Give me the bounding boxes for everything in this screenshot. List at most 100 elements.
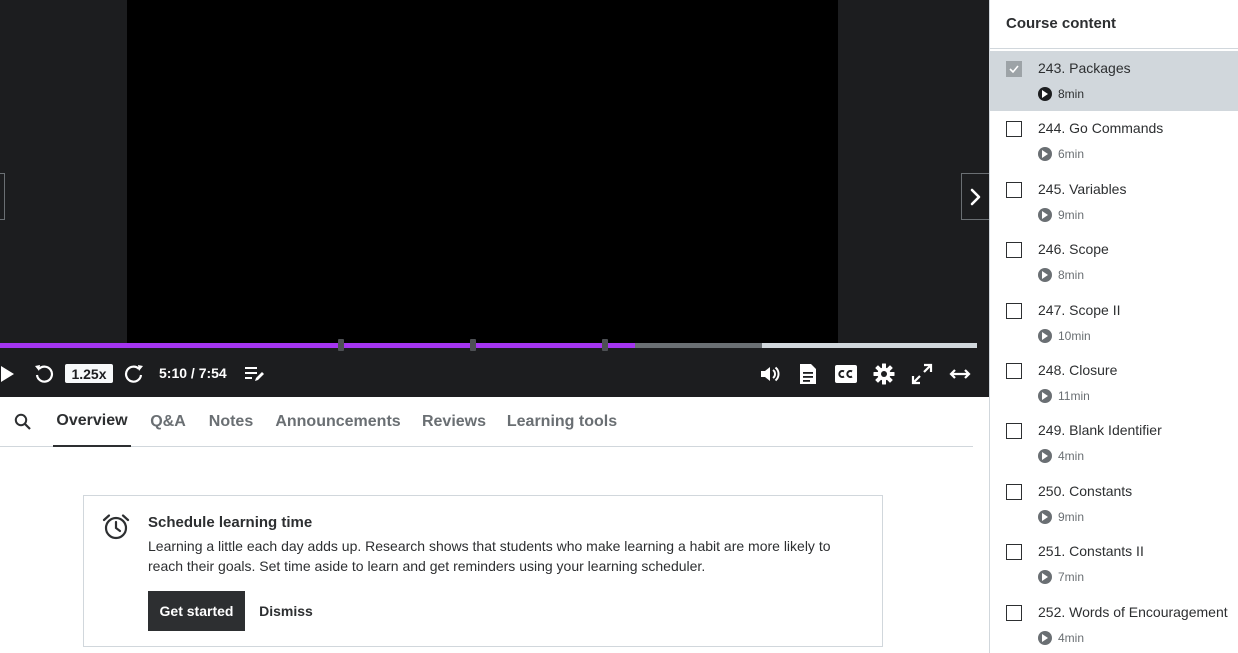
forward-button[interactable] <box>122 362 146 386</box>
lecture-checkbox[interactable] <box>1006 483 1022 500</box>
lecture-title: 246. Scope <box>1038 241 1109 258</box>
tab-reviews[interactable]: Reviews <box>419 397 489 447</box>
chevron-right-icon <box>970 188 980 205</box>
lecture-item[interactable]: 243. Packages 8min <box>990 51 1238 112</box>
lecture-item[interactable]: 251. Constants II 7min <box>990 534 1238 594</box>
lecture-title: 248. Closure <box>1038 361 1118 378</box>
lecture-duration: 4min <box>1058 630 1085 645</box>
progress-played <box>0 343 636 348</box>
captions-button[interactable] <box>834 362 858 386</box>
lecture-checkbox[interactable] <box>1006 604 1022 621</box>
play-circle-icon <box>1038 630 1052 645</box>
lecture-duration: 11min <box>1058 388 1090 403</box>
transcript-button[interactable] <box>796 362 820 386</box>
schedule-learning-card: Schedule learning time Learning a little… <box>83 495 883 647</box>
add-note-button[interactable] <box>243 362 267 386</box>
fullscreen-icon <box>911 363 933 385</box>
lecture-duration: 9min <box>1058 509 1085 524</box>
previous-lecture-button[interactable] <box>0 173 5 220</box>
lecture-title: 249. Blank Identifier <box>1038 422 1162 439</box>
settings-button[interactable] <box>872 362 896 386</box>
lecture-meta: 6min <box>1038 147 1084 162</box>
expand-view-button[interactable] <box>947 362 973 386</box>
schedule-title: Schedule learning time <box>148 514 313 531</box>
get-started-button[interactable]: Get started <box>148 591 245 631</box>
lecture-item[interactable]: 252. Words of Encouragement 4min <box>990 595 1238 653</box>
lecture-title: 247. Scope II <box>1038 301 1121 318</box>
tab-notes[interactable]: Notes <box>205 397 257 447</box>
lecture-title: 243. Packages <box>1038 60 1131 76</box>
lecture-duration: 4min <box>1058 449 1085 464</box>
play-circle-icon <box>1038 268 1052 283</box>
play-button[interactable] <box>0 363 16 385</box>
lecture-list: 243. Packages 8min 244. Go Commands 6min 245… <box>990 51 1238 653</box>
lecture-duration: 8min <box>1058 87 1085 101</box>
lecture-item[interactable]: 248. Closure 11min <box>990 353 1238 413</box>
lecture-meta: 9min <box>1038 509 1085 524</box>
lecture-checkbox[interactable] <box>1006 181 1022 198</box>
alarm-clock-icon <box>102 514 130 540</box>
tab-announcements[interactable]: Announcements <box>273 397 403 447</box>
lecture-item[interactable]: 246. Scope 8min <box>990 232 1238 292</box>
rewind-button[interactable] <box>32 362 56 386</box>
lecture-item[interactable]: 244. Go Commands 6min <box>990 111 1238 171</box>
lecture-checkbox[interactable] <box>1006 121 1022 138</box>
closed-captions-icon <box>835 365 857 383</box>
lecture-title: 252. Words of Encouragement <box>1038 603 1228 620</box>
player-controls: 1.25x 5:10 / 7:54 <box>0 350 989 397</box>
play-circle-icon <box>1038 87 1052 101</box>
tab-overview[interactable]: Overview <box>53 397 131 447</box>
tab-learning-tools[interactable]: Learning tools <box>505 397 619 447</box>
progress-bar[interactable] <box>0 339 977 351</box>
lecture-duration: 10min <box>1058 328 1091 343</box>
checkmark-icon <box>1009 65 1019 74</box>
dismiss-button[interactable]: Dismiss <box>254 591 318 631</box>
fullscreen-button[interactable] <box>910 362 934 386</box>
play-circle-icon <box>1038 207 1052 222</box>
lecture-checkbox[interactable] <box>1006 362 1022 379</box>
lecture-duration: 8min <box>1058 268 1085 283</box>
volume-button[interactable] <box>758 362 782 386</box>
lecture-meta: 10min <box>1038 328 1091 343</box>
lecture-item[interactable]: 249. Blank Identifier 4min <box>990 413 1238 473</box>
lecture-checkbox[interactable] <box>1006 423 1022 440</box>
play-circle-icon <box>1038 449 1052 464</box>
lecture-meta: 4min <box>1038 630 1085 645</box>
lecture-checkbox[interactable] <box>1006 302 1022 319</box>
lecture-meta: 8min <box>1038 268 1085 283</box>
play-circle-icon <box>1038 147 1052 162</box>
edit-note-icon <box>245 367 264 381</box>
search-button[interactable] <box>12 411 34 433</box>
rewind-icon <box>35 365 54 383</box>
lecture-duration: 9min <box>1058 207 1085 222</box>
lecture-title: 250. Constants <box>1038 482 1133 499</box>
tab-qa[interactable]: Q&A <box>145 397 191 447</box>
lecture-item[interactable]: 247. Scope II 10min <box>990 293 1238 353</box>
lecture-meta: 7min <box>1038 570 1085 585</box>
play-circle-icon <box>1038 388 1052 403</box>
play-circle-icon <box>1038 328 1052 343</box>
search-icon <box>14 413 31 430</box>
lecture-checkbox[interactable] <box>1006 544 1022 561</box>
course-tabs: Overview Q&A Notes Announcements Reviews… <box>0 397 973 447</box>
lecture-item[interactable]: 250. Constants 9min <box>990 474 1238 534</box>
lecture-item[interactable]: 245. Variables 9min <box>990 172 1238 232</box>
lecture-meta: 4min <box>1038 449 1085 464</box>
lecture-checkbox[interactable] <box>1006 242 1022 259</box>
lecture-meta: 9min <box>1038 207 1085 222</box>
playback-speed-button[interactable]: 1.25x <box>65 364 113 383</box>
video-frame[interactable] <box>127 0 838 343</box>
expand-horizontal-icon <box>949 369 971 379</box>
lecture-checkbox[interactable] <box>1006 61 1022 77</box>
video-player[interactable]: 1.25x 5:10 / 7:54 <box>0 0 989 397</box>
lecture-title: 245. Variables <box>1038 180 1127 197</box>
lecture-title: 244. Go Commands <box>1038 120 1164 137</box>
play-icon <box>1 366 14 382</box>
gear-icon <box>873 363 895 385</box>
lecture-duration: 7min <box>1058 570 1085 585</box>
play-circle-icon <box>1038 570 1052 585</box>
forward-icon <box>124 365 143 383</box>
play-circle-icon <box>1038 509 1052 524</box>
next-lecture-button[interactable] <box>961 173 989 220</box>
schedule-description: Learning a little each day adds up. Rese… <box>148 538 831 574</box>
